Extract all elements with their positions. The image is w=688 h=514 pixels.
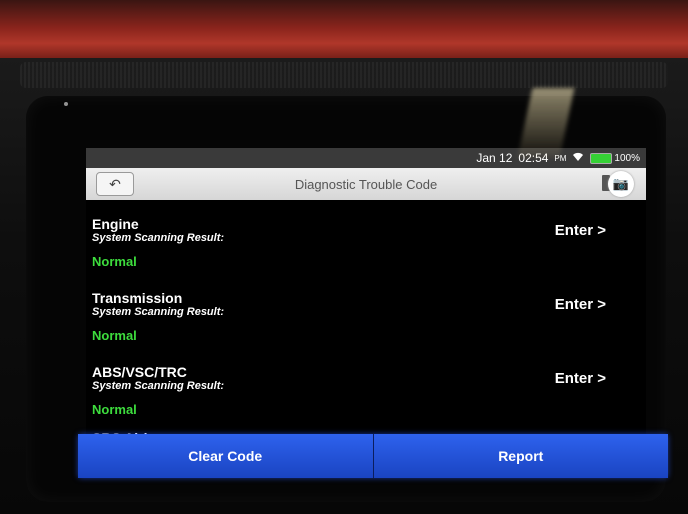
enter-button[interactable]: Enter > — [555, 296, 606, 313]
enter-button[interactable]: Enter > — [555, 222, 606, 239]
page-header: ↶ Diagnostic Trouble Code 📷 — [86, 168, 646, 200]
system-row-abs[interactable]: ABS/VSC/TRC System Scanning Result: Norm… — [86, 358, 646, 432]
device-top-frame — [0, 0, 688, 62]
battery-indicator: 100% — [590, 152, 640, 164]
action-bar: Clear Code Report — [78, 434, 668, 478]
screenshot-button[interactable]: 📷 — [608, 171, 634, 197]
camera-icon: 📷 — [612, 176, 630, 191]
system-name: ABS/VSC/TRC — [92, 364, 187, 380]
report-button[interactable]: Report — [373, 434, 668, 478]
system-status: Normal — [92, 402, 137, 417]
page-title: Diagnostic Trouble Code — [294, 176, 438, 192]
status-date: Jan 12 — [476, 151, 513, 165]
system-list: Engine System Scanning Result: Normal En… — [86, 210, 646, 432]
device-grip-texture — [20, 62, 668, 88]
system-status: Normal — [92, 254, 137, 269]
clear-code-button[interactable]: Clear Code — [78, 434, 373, 478]
system-row-transmission[interactable]: Transmission System Scanning Result: Nor… — [86, 284, 646, 358]
diagnostic-screen: Jan 12 02:54 PM 100% ↶ Diagnostic Troubl… — [86, 148, 646, 478]
scan-result-label: System Scanning Result: — [92, 232, 225, 244]
glare-dot — [64, 102, 68, 106]
scan-result-label: System Scanning Result: — [92, 306, 225, 318]
system-status: Normal — [92, 328, 137, 343]
system-name: Transmission — [92, 290, 183, 306]
system-row-engine[interactable]: Engine System Scanning Result: Normal En… — [86, 210, 646, 284]
status-bar: Jan 12 02:54 PM 100% — [86, 148, 646, 168]
wifi-icon — [572, 151, 584, 165]
system-name: Engine — [92, 216, 139, 232]
scan-result-label: System Scanning Result: — [92, 380, 225, 392]
enter-button[interactable]: Enter > — [555, 370, 606, 387]
battery-percent: 100% — [614, 152, 640, 164]
battery-icon — [590, 152, 613, 164]
